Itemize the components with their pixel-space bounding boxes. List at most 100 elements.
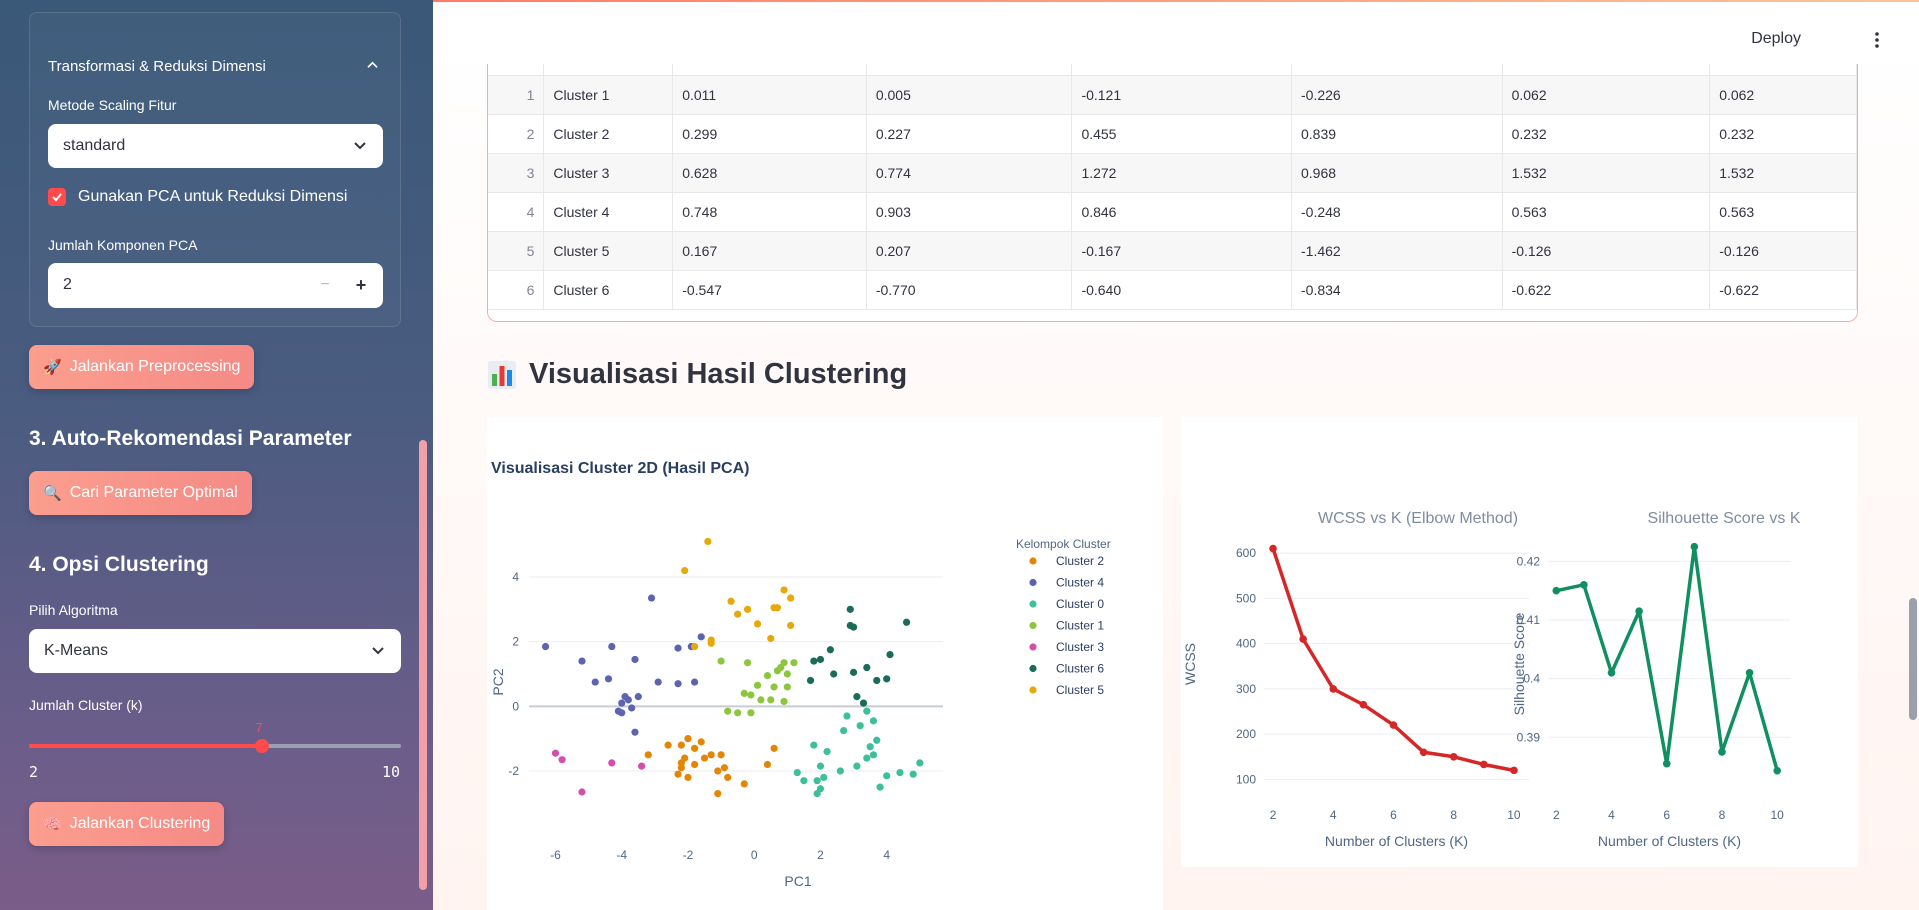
table-row[interactable]: 2 Cluster 2 0.299 0.227 0.455 0.839 0.232 0.232 (488, 114, 1857, 154)
data-point[interactable] (1359, 700, 1368, 709)
scatter-point[interactable] (743, 659, 752, 667)
scatter-point[interactable] (638, 762, 646, 770)
legend-item[interactable]: Cluster 3 (1056, 640, 1104, 654)
scatter-point[interactable] (843, 712, 851, 720)
cluster-centroid-table[interactable]: 0Cluster 0-0.722-0.838-0.7460.716-0.342-… (487, 50, 1858, 322)
optimal-params-button[interactable]: 🔍 Cari Parameter Optimal (29, 471, 252, 515)
scatter-point[interactable] (820, 773, 828, 782)
scatter-point[interactable] (806, 676, 815, 685)
legend-marker[interactable] (1029, 664, 1037, 673)
kebab-menu-icon[interactable] (1875, 32, 1879, 48)
scatter-point[interactable] (916, 759, 924, 767)
scatter-point[interactable] (677, 741, 685, 749)
scatter-chart[interactable]: 4 2 0 -2 -6 -4 -2 0 2 4 PC1 PC2 Kelompok Cluster Clus… (487, 417, 1163, 910)
scatter-point[interactable] (743, 605, 752, 613)
table-row[interactable]: 3 Cluster 3 0.628 0.774 1.272 0.968 1.532 1.532 (488, 153, 1857, 193)
scatter-point[interactable] (902, 618, 911, 626)
scatter-point[interactable] (767, 696, 775, 704)
scatter-point[interactable] (578, 788, 586, 796)
scatter-point[interactable] (747, 691, 755, 699)
sidebar-scrollbar[interactable] (419, 440, 427, 890)
data-point[interactable] (1510, 766, 1518, 775)
scatter-point[interactable] (608, 759, 616, 767)
scatter-point[interactable] (740, 780, 748, 788)
data-point[interactable] (1419, 748, 1428, 757)
run-clustering-button[interactable]: 🧠 Jalankan Clustering (29, 802, 225, 846)
scatter-point[interactable] (783, 670, 791, 678)
legend-item[interactable]: Cluster 6 (1056, 662, 1104, 676)
scatter-point[interactable] (734, 610, 742, 618)
scatter-point[interactable] (674, 644, 682, 652)
data-point[interactable] (1269, 544, 1277, 553)
scatter-point[interactable] (714, 767, 722, 775)
algorithm-select[interactable]: K-Means (29, 629, 401, 673)
table-row[interactable]: 6 Cluster 6 -0.547 -0.770 -0.640 -0.834 -0.622… (488, 270, 1857, 310)
scatter-point[interactable] (628, 704, 636, 712)
data-point[interactable] (1773, 766, 1781, 775)
scatter-point[interactable] (780, 586, 788, 594)
scatter-point[interactable] (691, 642, 699, 651)
scatter-point[interactable] (849, 668, 858, 676)
scatter-point[interactable] (883, 675, 891, 683)
scatter-point[interactable] (757, 696, 765, 704)
scatter-point[interactable] (697, 633, 705, 641)
scatter-point[interactable] (714, 790, 722, 798)
scatter-point[interactable] (707, 751, 715, 759)
data-point[interactable] (1635, 607, 1643, 616)
legend-item[interactable]: Cluster 0 (1056, 597, 1104, 611)
scatter-point[interactable] (677, 759, 685, 767)
data-point[interactable] (1690, 542, 1699, 551)
scatter-point[interactable] (707, 636, 715, 644)
scatter-point[interactable] (691, 678, 699, 686)
scatter-point[interactable] (644, 751, 652, 759)
scatter-point[interactable] (836, 767, 844, 775)
scatter-point[interactable] (717, 657, 725, 665)
scatter-point[interactable] (873, 676, 881, 685)
pca-components-value[interactable]: 2 (63, 276, 72, 294)
scatter-point[interactable] (684, 773, 692, 782)
data-point[interactable] (1299, 635, 1307, 643)
scatter-point[interactable] (830, 670, 838, 678)
scatter-point[interactable] (826, 646, 834, 654)
scatter-point[interactable] (720, 764, 729, 772)
scatter-point[interactable] (654, 678, 662, 686)
scatter-point[interactable] (816, 762, 825, 770)
data-point[interactable] (1389, 721, 1398, 729)
scatter-point[interactable] (869, 717, 878, 725)
scatter-point[interactable] (846, 605, 854, 613)
main-scrollbar[interactable] (1909, 598, 1917, 720)
scatter-point[interactable] (608, 642, 616, 651)
scatter-point[interactable] (810, 657, 818, 665)
scatter-point[interactable] (787, 594, 795, 602)
legend-item[interactable]: Cluster 1 (1056, 619, 1104, 633)
legend-marker[interactable] (1029, 557, 1037, 565)
scaling-select[interactable]: standard (48, 124, 383, 168)
scatter-point[interactable] (558, 756, 566, 764)
scatter-point[interactable] (853, 693, 861, 701)
scatter-point[interactable] (634, 693, 642, 701)
checkbox-checked-icon[interactable] (48, 188, 66, 206)
scatter-point[interactable] (780, 659, 788, 667)
scatter-point[interactable] (724, 773, 732, 782)
scatter-point[interactable] (763, 672, 772, 680)
scatter-point[interactable] (869, 751, 878, 759)
scatter-point[interactable] (614, 707, 623, 715)
preprocess-button[interactable]: 🚀 Jalankan Preprocessing (29, 345, 255, 389)
scatter-point[interactable] (551, 749, 560, 757)
scatter-point[interactable] (873, 736, 881, 744)
scatter-point[interactable] (631, 728, 639, 736)
legend-marker[interactable] (1029, 621, 1037, 630)
scatter-point[interactable] (863, 754, 871, 762)
scatter-point[interactable] (770, 744, 778, 752)
scatter-point[interactable] (734, 709, 742, 717)
increment-button[interactable]: + (349, 273, 373, 297)
decrement-button[interactable]: − (313, 273, 337, 297)
scatter-point[interactable] (691, 744, 699, 752)
data-point[interactable] (1745, 668, 1754, 677)
scatter-point[interactable] (770, 683, 778, 691)
scatter-point[interactable] (866, 743, 874, 751)
pca-components-input[interactable]: 2 − + (48, 263, 383, 308)
scatter-point[interactable] (740, 689, 748, 697)
scatter-point[interactable] (697, 738, 705, 746)
scatter-point[interactable] (783, 683, 791, 691)
